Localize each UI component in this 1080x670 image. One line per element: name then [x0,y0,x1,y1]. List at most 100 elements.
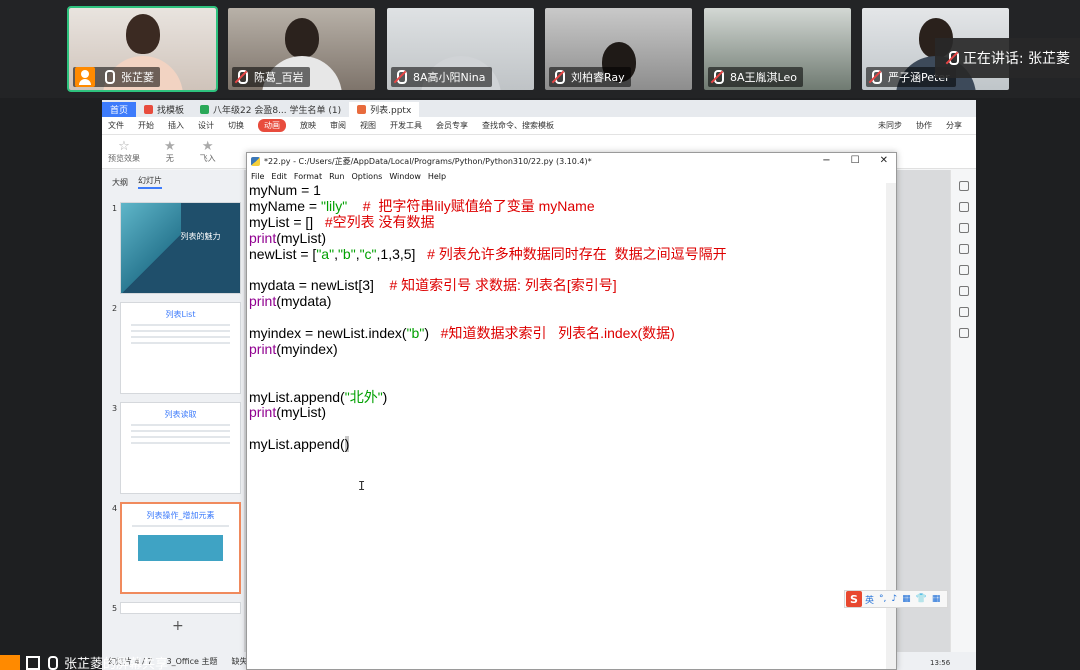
slide-thumb-5[interactable] [120,602,241,614]
code-line: myList.append() [249,436,350,453]
participant-tile-5[interactable]: 8A王胤淇Leo [704,8,851,90]
effect-fly-in-button[interactable]: ★ 飞入 [200,140,216,164]
code-editor[interactable]: myNum = 1 myName = "lily" # 把字符串lily赋值给了… [248,182,888,669]
participant-name-bar: 刘柏睿Ray [549,67,631,87]
mic-muted-icon [868,70,882,84]
menu-animation[interactable]: 动画 [258,119,286,132]
document-tabs: 首页 找模板 八年级22 会盈8... 学生名单 (1) 列表.pptx [102,100,976,117]
menu-edit[interactable]: Edit [271,172,287,181]
participant-strip: 张芷菱 陈葛_百岩 8A高小阳Nina 刘柏睿Ray 8A王胤淇Leo 严子涵P… [0,0,1080,98]
slide-number: 2 [112,304,118,313]
effect-none-button[interactable]: ★ 无 [164,140,176,164]
share-label: 张芷菱的屏幕共享 [64,657,169,670]
participant-name: 张芷菱 [121,71,154,84]
tool-icon[interactable] [958,181,969,191]
tab-spreadsheet[interactable]: 八年级22 会盈8... 学生名单 (1) [192,102,349,117]
participant-name-bar: 8A高小阳Nina [391,67,492,87]
tool-icon[interactable] [958,244,969,254]
ime-skin-icon[interactable]: 👕 [916,594,927,604]
slide-number: 1 [112,204,118,213]
menu-run[interactable]: Run [329,172,344,181]
menu-slideshow[interactable]: 放映 [300,120,316,131]
menu-help[interactable]: Help [428,172,446,181]
star-icon: ★ [164,138,176,154]
tool-icon[interactable] [958,223,969,233]
wps-menubar: 文件 开始 插入 设计 切换 动画 放映 审阅 视图 开发工具 会员专享 查找命… [102,117,976,135]
menu-design[interactable]: 设计 [198,120,214,131]
code-line: myList = [] #空列表 没有数据 [249,213,435,230]
menu-format[interactable]: Format [294,172,322,181]
participant-tile-1[interactable]: 张芷菱 [67,6,218,92]
menu-view[interactable]: 视图 [360,120,376,131]
sync-status[interactable]: 未同步 [878,120,902,131]
participant-tile-4[interactable]: 刘柏睿Ray [545,8,692,90]
menu-file[interactable]: File [251,172,264,181]
speaking-indicator: 正在讲话: 张芷菱 [935,38,1080,78]
tab-slides[interactable]: 幻灯片 [138,175,162,189]
close-icon[interactable]: ✕ [880,155,888,166]
slide-panel-tabs: 大纲 幻灯片 [102,170,244,194]
slide-thumb-3[interactable]: 列表读取 [120,402,241,494]
slide-title: 列表List [165,310,196,319]
participant-name: 8A王胤淇Leo [730,71,797,84]
mic-muted-icon [234,70,248,84]
menu-file[interactable]: 文件 [108,120,124,131]
menu-start[interactable]: 开始 [138,120,154,131]
tab-outline[interactable]: 大纲 [112,177,128,188]
preview-effect-button[interactable]: ☆ 预览效果 [108,140,140,164]
presentation-icon [357,105,367,114]
ime-lang-toggle[interactable]: 英 [865,593,874,606]
add-slide-icon[interactable]: + [172,618,184,634]
screen-share-bar: 张芷菱的屏幕共享 [0,655,168,670]
code-line: myNum = 1 [249,182,321,198]
code-line: print(mydata) [249,293,332,310]
system-clock: 13:56 [930,659,951,667]
mic-muted-icon [551,70,565,84]
code-line: newList = ["a","b","c",1,3,5] # 列表允许多种数据… [249,245,727,262]
code-line: myList.append("北外") [249,388,388,405]
tab-presentation[interactable]: 列表.pptx [349,102,420,117]
menu-transition[interactable]: 切换 [228,120,244,131]
menu-window[interactable]: Window [389,172,421,181]
tool-icon[interactable] [958,265,969,275]
idle-editor-window: *22.py - C:/Users/芷菱/AppData/Local/Progr… [246,152,897,670]
participant-tile-2[interactable]: 陈葛_百岩 [228,8,375,90]
collab-button[interactable]: 协作 [916,120,932,131]
ime-tools-icon[interactable]: ▦ [932,594,941,604]
ime-punct-icon[interactable]: °, [879,594,886,604]
menu-options[interactable]: Options [351,172,382,181]
idle-title: *22.py - C:/Users/芷菱/AppData/Local/Progr… [264,157,592,166]
tool-icon[interactable] [958,307,969,317]
menu-insert[interactable]: 插入 [168,120,184,131]
menu-dev-tools[interactable]: 开发工具 [390,120,422,131]
star-icon: ★ [201,138,214,154]
minimize-icon[interactable]: − [822,155,830,166]
ime-voice-icon[interactable]: ♪ [891,594,897,604]
sogou-logo-icon[interactable]: S [846,591,862,607]
ime-keyboard-icon[interactable]: ▦ [902,594,911,604]
maximize-icon[interactable]: ☐ [851,155,860,166]
menu-member[interactable]: 会员专享 [436,120,468,131]
search-command[interactable]: 查找命令、搜索模板 [482,120,554,131]
slide-thumb-4[interactable]: 列表操作_增加元素 [120,502,241,594]
slide-thumb-2[interactable]: 列表List [120,302,241,394]
participant-name-bar: 陈葛_百岩 [232,67,310,87]
tool-icon[interactable] [958,328,969,338]
python-icon [251,157,260,166]
share-button[interactable]: 分享 [946,120,962,131]
window-controls: − ☐ ✕ [802,155,888,166]
slide-number: 4 [112,504,118,513]
ibeam-cursor-icon: I [358,479,366,493]
tab-home[interactable]: 首页 [102,102,137,117]
slide-title: 列表操作_增加元素 [146,511,215,520]
tool-icon[interactable] [958,286,969,296]
participant-name-bar: 8A王胤淇Leo [708,67,803,87]
slide-thumb-1[interactable]: 列表的魅力 [120,202,241,294]
tab-templates[interactable]: 找模板 [136,102,192,117]
tool-icon[interactable] [958,202,969,212]
menu-review[interactable]: 审阅 [330,120,346,131]
participant-tile-3[interactable]: 8A高小阳Nina [387,8,534,90]
